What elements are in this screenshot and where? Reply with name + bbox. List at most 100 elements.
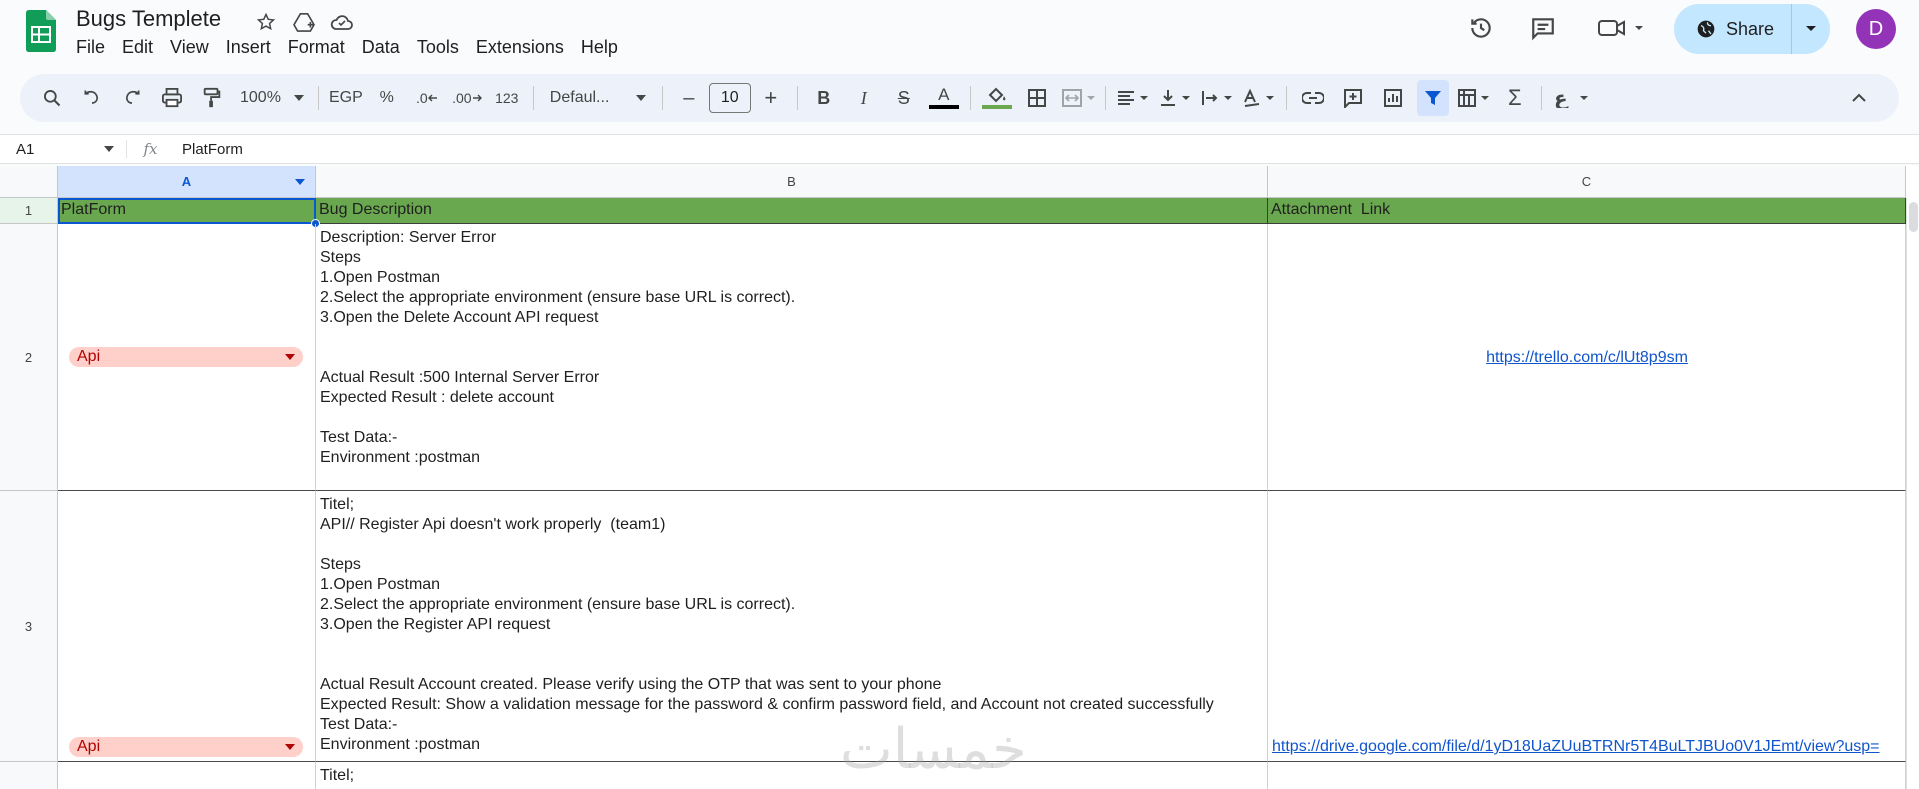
cell-c2[interactable]: https://trello.com/c/lUt8p9sm (1268, 224, 1906, 491)
row-header-1[interactable]: 1 (0, 198, 58, 224)
platform-chip-label: Api (77, 738, 101, 755)
toolbar: 100% EGP % .0 .00 123 Defaul... – 10 + B… (20, 74, 1899, 122)
document-title[interactable]: Bugs Templete (76, 6, 221, 32)
menu-view[interactable]: View (170, 37, 218, 58)
decrease-decimal-button[interactable]: .0 (411, 80, 443, 116)
move-to-drive-icon[interactable] (290, 8, 318, 36)
row-header-4[interactable] (0, 762, 58, 789)
more-formats-button[interactable]: 123 (491, 80, 523, 116)
menu-edit[interactable]: Edit (122, 37, 162, 58)
share-label: Share (1726, 18, 1775, 39)
comments-icon[interactable] (1527, 12, 1559, 44)
text-color-letter: A (938, 85, 950, 104)
fill-color-icon[interactable] (981, 80, 1013, 116)
menu-bar: File Edit View Insert Format Data Tools … (76, 37, 635, 58)
share-options-chevron-down-icon[interactable] (1792, 4, 1830, 54)
filter-icon[interactable] (1416, 80, 1449, 116)
vertical-scrollbar[interactable] (1906, 198, 1919, 789)
cell-a4[interactable] (58, 762, 316, 789)
insert-comment-icon[interactable] (1337, 80, 1369, 116)
platform-dropdown-chip[interactable]: Api (69, 347, 303, 367)
toolbar-divider (1540, 86, 1542, 110)
percent-format-button[interactable]: % (371, 80, 403, 116)
svg-text:ع: ع (1554, 88, 1569, 108)
menu-tools[interactable]: Tools (417, 37, 468, 58)
undo-icon[interactable] (76, 80, 108, 116)
trello-link-text[interactable]: https://trello.com/c/lUt8p9sm (1486, 349, 1688, 366)
text-wrapping-icon[interactable] (1200, 80, 1234, 116)
zoom-select[interactable]: 100% (236, 80, 308, 116)
column-menu-chevron-down-icon[interactable] (295, 178, 305, 185)
sheets-logo-icon[interactable] (26, 10, 56, 52)
cloud-saved-icon[interactable] (328, 8, 356, 36)
paint-format-icon[interactable] (196, 80, 228, 116)
borders-icon[interactable] (1021, 80, 1053, 116)
watermark-logo: خمسات (840, 717, 1027, 782)
row-header-3[interactable]: 3 (0, 491, 58, 762)
menu-format[interactable]: Format (288, 37, 354, 58)
meet-video-icon[interactable] (1594, 12, 1650, 44)
menu-data[interactable]: Data (362, 37, 409, 58)
redo-icon[interactable] (116, 80, 148, 116)
version-history-icon[interactable] (1465, 12, 1497, 44)
menu-help[interactable]: Help (581, 37, 627, 58)
cell-a1[interactable]: PlatForm (58, 198, 316, 224)
text-rotation-icon[interactable] (1242, 80, 1276, 116)
menu-extensions[interactable]: Extensions (476, 37, 573, 58)
font-size-input[interactable]: 10 (708, 83, 751, 113)
italic-button[interactable]: I (848, 80, 880, 116)
cell-b1[interactable]: Bug Description (316, 198, 1268, 224)
increase-decimal-button[interactable]: .00 (451, 80, 483, 116)
currency-format-button[interactable]: EGP (329, 80, 363, 116)
filter-views-icon[interactable] (1457, 80, 1491, 116)
drive-link[interactable]: https://drive.google.com/file/d/1yD18UaZ… (1272, 737, 1880, 757)
decrease-font-size-button[interactable]: – (673, 80, 705, 116)
decrease-decimal-label: .0 (415, 90, 428, 106)
input-tools-icon[interactable]: ع (1552, 80, 1592, 116)
trello-link[interactable]: https://trello.com/c/lUt8p9sm (1268, 348, 1905, 368)
toolbar-divider (969, 86, 971, 110)
column-header-c[interactable]: C (1268, 166, 1906, 198)
strikethrough-icon[interactable]: S (888, 80, 920, 116)
globe-icon (1697, 20, 1715, 38)
increase-font-size-button[interactable]: + (755, 80, 787, 116)
chevron-down-icon (635, 95, 646, 101)
name-box[interactable]: A1 (0, 141, 126, 158)
insert-chart-icon[interactable] (1377, 80, 1409, 116)
column-header-b[interactable]: B (316, 166, 1268, 198)
formula-input[interactable]: PlatForm (174, 141, 243, 158)
insert-link-icon[interactable] (1297, 80, 1329, 116)
collapse-toolbar-chevron-up-icon[interactable] (1843, 80, 1875, 116)
star-icon[interactable] (252, 8, 280, 36)
cell-c1[interactable]: Attachment Link (1268, 198, 1906, 224)
text-color-button[interactable]: A (928, 80, 960, 116)
cell-b2[interactable]: Description: Server Error Steps 1.Open P… (316, 224, 1268, 491)
cell-a3[interactable]: Api (58, 491, 316, 762)
row-header-2[interactable]: 2 (0, 224, 58, 491)
column-header-a[interactable]: A (58, 166, 316, 198)
select-all-corner[interactable] (0, 166, 58, 198)
cell-c4[interactable] (1268, 762, 1906, 789)
drive-link-text[interactable]: https://drive.google.com/file/d/1yD18UaZ… (1272, 738, 1880, 755)
cell-b3[interactable]: Titel; API// Register Api doesn't work p… (316, 491, 1268, 762)
bold-button[interactable]: B (808, 80, 840, 116)
platform-dropdown-chip[interactable]: Api (69, 737, 303, 757)
chevron-down-icon (104, 146, 114, 152)
merge-cells-icon[interactable] (1061, 80, 1095, 116)
functions-button[interactable]: Σ (1499, 80, 1531, 116)
menu-file[interactable]: File (76, 37, 114, 58)
menu-insert[interactable]: Insert (226, 37, 280, 58)
print-icon[interactable] (156, 80, 188, 116)
cell-b4[interactable]: Titel; (316, 762, 1268, 789)
platform-chip-label: Api (77, 348, 101, 365)
cell-c3[interactable]: https://drive.google.com/file/d/1yD18UaZ… (1268, 491, 1906, 762)
avatar[interactable]: D (1856, 9, 1896, 49)
increase-decimal-label: .00 (452, 90, 472, 106)
horizontal-align-icon[interactable] (1116, 80, 1150, 116)
font-family-select[interactable]: Defaul... (544, 80, 652, 116)
scrollbar-thumb[interactable] (1909, 202, 1918, 232)
cell-a2[interactable]: Api (58, 224, 316, 491)
vertical-align-icon[interactable] (1158, 80, 1192, 116)
share-button[interactable]: Share (1674, 4, 1792, 54)
search-icon[interactable] (36, 80, 68, 116)
